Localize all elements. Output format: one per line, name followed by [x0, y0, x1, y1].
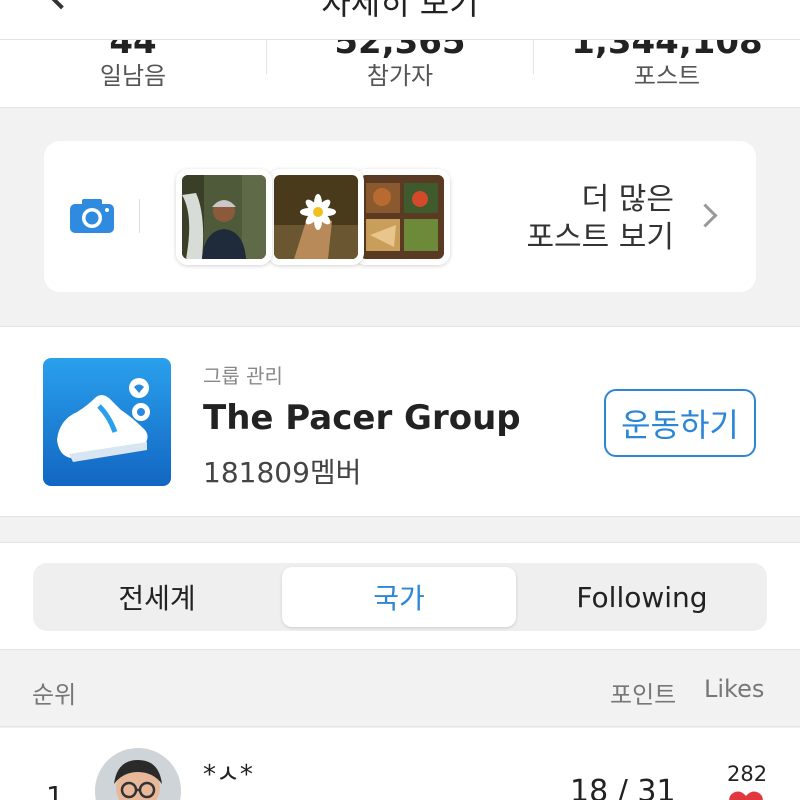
- group-member-count: 181809멤버: [203, 456, 362, 489]
- divider: [139, 199, 140, 233]
- leaderboard-row[interactable]: 1 *ㅅ* 18 / 31 282: [0, 728, 800, 800]
- stat-label: 참가자: [366, 62, 434, 90]
- more-posts-link[interactable]: 더 많은 포스트 보기: [526, 181, 674, 257]
- tab-worldwide[interactable]: 전세계: [39, 567, 275, 627]
- post-thumbnail-food[interactable]: [354, 169, 450, 265]
- leaderboard-header: 순위 포인트 Likes: [0, 651, 800, 727]
- camera-icon[interactable]: [70, 199, 114, 233]
- tab-country[interactable]: 국가: [282, 567, 516, 627]
- avatar[interactable]: [95, 748, 181, 800]
- stat-label: 일남음: [99, 62, 167, 90]
- likes-column-header: Likes: [704, 675, 765, 703]
- leaderboard-tabs-section: 전세계 국가 Following: [0, 542, 800, 650]
- post-thumbnail-flower[interactable]: [268, 169, 364, 265]
- group-section: 그룹 관리 The Pacer Group 181809멤버 운동하기: [0, 326, 800, 517]
- rank-column-header: 순위: [32, 681, 77, 709]
- stat-days-left: 44 일남음: [0, 40, 266, 107]
- heart-icon[interactable]: [728, 790, 764, 800]
- pacer-logo: [43, 358, 171, 486]
- more-posts-line1: 더 많은: [581, 182, 674, 217]
- segmented-control: 전세계 국가 Following: [33, 563, 767, 631]
- group-name: The Pacer Group: [203, 398, 521, 438]
- row-rank: 1: [46, 780, 64, 800]
- points-column-header: 포인트: [610, 681, 677, 709]
- challenge-stats: 44 일남음 52,365 참가자 1,344,108 포스트: [0, 40, 800, 108]
- stat-participants: 52,365 참가자: [267, 40, 533, 107]
- group-management-label: 그룹 관리: [203, 364, 283, 388]
- stat-label: 포스트: [633, 62, 701, 90]
- stat-posts: 1,344,108 포스트: [534, 40, 800, 107]
- post-thumbnail-person[interactable]: [176, 169, 272, 265]
- chevron-right-icon[interactable]: [693, 203, 718, 228]
- tab-following[interactable]: Following: [523, 567, 761, 627]
- row-likes-count: 282: [727, 762, 768, 786]
- row-score: 18 / 31: [570, 774, 676, 800]
- join-exercise-button[interactable]: 운동하기: [604, 389, 756, 457]
- more-posts-line2: 포스트 보기: [526, 220, 674, 255]
- posts-card[interactable]: 더 많은 포스트 보기: [44, 141, 756, 292]
- row-username: *ㅅ*: [203, 760, 253, 790]
- nav-bar: 자세히 보기: [0, 0, 800, 40]
- page-title: 자세히 보기: [321, 0, 479, 22]
